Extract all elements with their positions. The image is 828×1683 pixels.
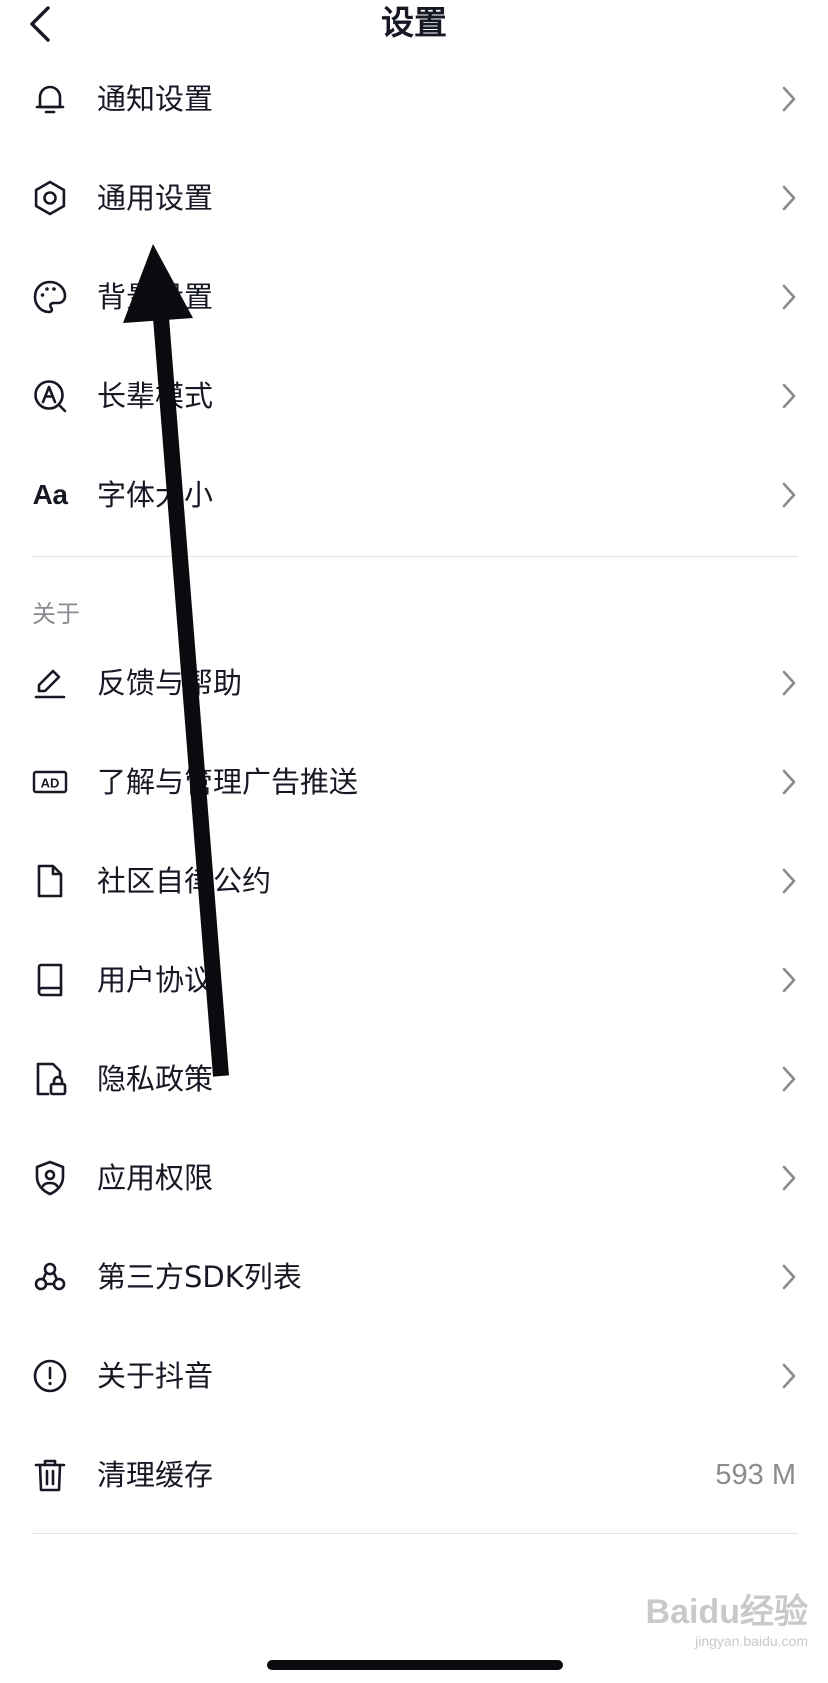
chevron-right-icon	[782, 670, 796, 696]
ad-icon: AD	[30, 762, 70, 802]
settings-item-label: 字体大小	[97, 478, 214, 512]
settings-item-label: 用户协议	[97, 963, 214, 997]
settings-item-third-party-sdk[interactable]: 第三方SDK列表	[0, 1224, 828, 1330]
cache-size-value: 593 M	[715, 1459, 796, 1491]
chevron-right-icon	[782, 868, 796, 894]
settings-item-label: 通知设置	[97, 82, 214, 116]
chevron-right-icon	[782, 383, 796, 409]
shield-icon	[30, 1158, 70, 1198]
settings-item-elder-mode[interactable]: 长辈模式	[0, 343, 828, 449]
settings-item-privacy-policy[interactable]: 隐私政策	[0, 1026, 828, 1132]
settings-item-general[interactable]: 通用设置	[0, 145, 828, 251]
chevron-right-icon	[782, 482, 796, 508]
settings-item-label: 背景设置	[97, 280, 214, 314]
chevron-right-icon	[782, 1363, 796, 1389]
chevron-right-icon	[782, 1066, 796, 1092]
settings-item-ad-management[interactable]: AD 了解与管理广告推送	[0, 729, 828, 835]
settings-item-label: 了解与管理广告推送	[97, 765, 359, 799]
settings-item-label: 隐私政策	[97, 1062, 214, 1096]
section-divider	[32, 556, 798, 557]
settings-item-clear-cache[interactable]: 清理缓存 593 M	[0, 1422, 828, 1528]
palette-icon	[30, 277, 70, 317]
chevron-right-icon	[782, 769, 796, 795]
font-size-icon: Aa	[30, 475, 70, 515]
document-icon	[30, 861, 70, 901]
chevron-right-icon	[782, 86, 796, 112]
edit-icon	[30, 663, 70, 703]
settings-item-community-rules[interactable]: 社区自律公约	[0, 828, 828, 934]
settings-item-label: 应用权限	[97, 1161, 214, 1195]
book-icon	[30, 960, 70, 1000]
settings-item-label: 长辈模式	[97, 379, 214, 413]
chevron-right-icon	[782, 1264, 796, 1290]
settings-item-label: 反馈与帮助	[97, 666, 243, 700]
page-title: 设置	[381, 3, 447, 42]
settings-item-app-permissions[interactable]: 应用权限	[0, 1125, 828, 1231]
section-label-about: 关于	[32, 600, 80, 628]
settings-item-label: 通用设置	[97, 181, 214, 215]
settings-item-label: 清理缓存	[97, 1458, 214, 1492]
settings-item-font-size[interactable]: Aa 字体大小	[0, 442, 828, 548]
settings-item-notification[interactable]: 通知设置	[0, 46, 828, 152]
chevron-right-icon	[782, 967, 796, 993]
settings-item-background[interactable]: 背景设置	[0, 244, 828, 350]
privacy-lock-icon	[30, 1059, 70, 1099]
chevron-right-icon	[782, 284, 796, 310]
header: 设置	[0, 0, 828, 48]
watermark-url: jingyan.baidu.com	[695, 1633, 808, 1649]
settings-item-label: 关于抖音	[97, 1359, 214, 1393]
gear-icon	[30, 178, 70, 218]
watermark-brand: Baidu经验	[645, 1593, 808, 1631]
ad-icon-text: AD	[41, 776, 60, 791]
font-size-icon-text: Aa	[32, 479, 68, 510]
bell-icon	[30, 79, 70, 119]
settings-item-label: 第三方SDK列表	[97, 1260, 302, 1294]
elder-mode-icon	[30, 376, 70, 416]
chevron-right-icon	[782, 185, 796, 211]
chevron-right-icon	[782, 1165, 796, 1191]
settings-item-feedback[interactable]: 反馈与帮助	[0, 630, 828, 736]
trash-icon	[30, 1455, 70, 1495]
settings-item-label: 社区自律公约	[97, 864, 272, 898]
home-indicator	[267, 1660, 563, 1670]
settings-item-about-douyin[interactable]: 关于抖音	[0, 1323, 828, 1429]
section-divider	[32, 1533, 798, 1534]
info-icon	[30, 1356, 70, 1396]
sdk-icon	[30, 1257, 70, 1297]
watermark: Baidu经验 jingyan.baidu.com	[638, 1592, 808, 1676]
settings-item-user-agreement[interactable]: 用户协议	[0, 927, 828, 1033]
